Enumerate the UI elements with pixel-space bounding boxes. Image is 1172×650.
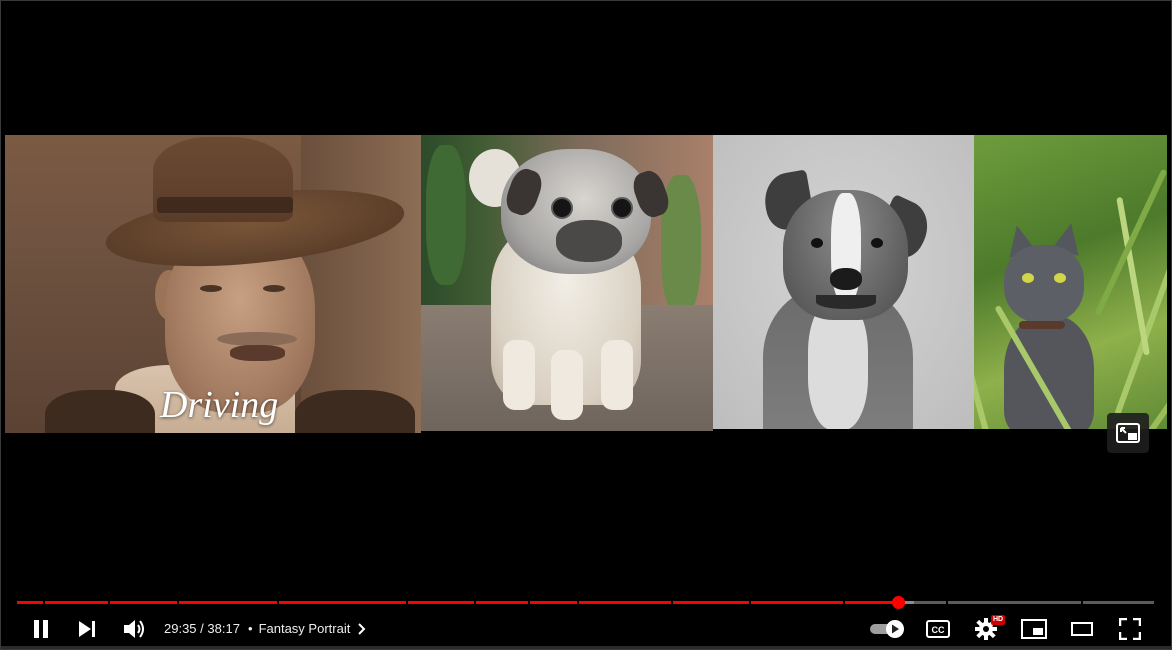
chapter-segment[interactable] (110, 601, 177, 604)
progress-bar[interactable] (17, 596, 1154, 609)
theater-icon (1071, 622, 1093, 636)
cat-image (974, 135, 1167, 429)
chapter-segment[interactable] (476, 601, 528, 604)
pug-image (421, 135, 713, 431)
svg-text:CC: CC (932, 625, 945, 635)
time-display: 29:35 / 38:17 (164, 621, 240, 636)
chapter-segment[interactable] (45, 601, 108, 604)
hd-badge: HD (991, 615, 1006, 625)
chapter-segment[interactable] (673, 601, 749, 604)
autoplay-toggle-icon (870, 620, 904, 638)
theater-mode-button[interactable] (1066, 612, 1098, 646)
chapter-segment[interactable] (530, 601, 577, 604)
chapter-segment[interactable] (948, 601, 1081, 604)
mute-button[interactable] (117, 612, 151, 646)
fullscreen-icon (1119, 618, 1141, 640)
progress-scrubber[interactable] (892, 596, 906, 609)
dog-image (713, 135, 974, 429)
chapter-segment[interactable] (179, 601, 277, 604)
volume-icon (124, 620, 144, 638)
pause-button[interactable] (24, 612, 58, 646)
autoplay-toggle[interactable] (866, 612, 908, 646)
total-time: 38:17 (207, 621, 240, 636)
chapter-segment[interactable] (1083, 601, 1154, 604)
video-caption: Driving (160, 384, 279, 426)
chapter-segment[interactable] (579, 601, 671, 604)
player-controls: 29:35 / 38:17 • Fantasy Portrait CC HD (0, 612, 1172, 646)
miniplayer-button[interactable] (1018, 612, 1050, 646)
time-separator: / (200, 621, 204, 636)
chapter-button[interactable]: • Fantasy Portrait (248, 621, 368, 636)
miniplayer-icon (1021, 619, 1047, 639)
chapter-segment[interactable] (17, 601, 43, 604)
chapter-segment[interactable] (279, 601, 406, 604)
miniplayer-expand-icon (1116, 423, 1140, 443)
chevron-right-icon (358, 622, 366, 635)
pause-icon (34, 620, 48, 638)
chapter-segment[interactable] (751, 601, 843, 604)
captions-button[interactable]: CC (922, 612, 954, 646)
man-portrait-image: Driving (5, 135, 421, 433)
cc-icon: CC (926, 620, 950, 638)
fullscreen-button[interactable] (1114, 612, 1146, 646)
chapter-segment[interactable] (408, 601, 474, 604)
next-button[interactable] (70, 612, 104, 646)
current-time: 29:35 (164, 621, 197, 636)
video-player[interactable]: Driving 29:35 / 38:17 • Fantasy Portrait… (0, 0, 1172, 650)
expand-miniplayer-button[interactable] (1107, 413, 1149, 453)
next-icon (79, 621, 95, 637)
video-frame[interactable]: Driving (5, 135, 1167, 433)
chapter-separator: • (248, 621, 253, 636)
bottom-border (0, 646, 1172, 650)
chapter-title: Fantasy Portrait (258, 621, 351, 636)
